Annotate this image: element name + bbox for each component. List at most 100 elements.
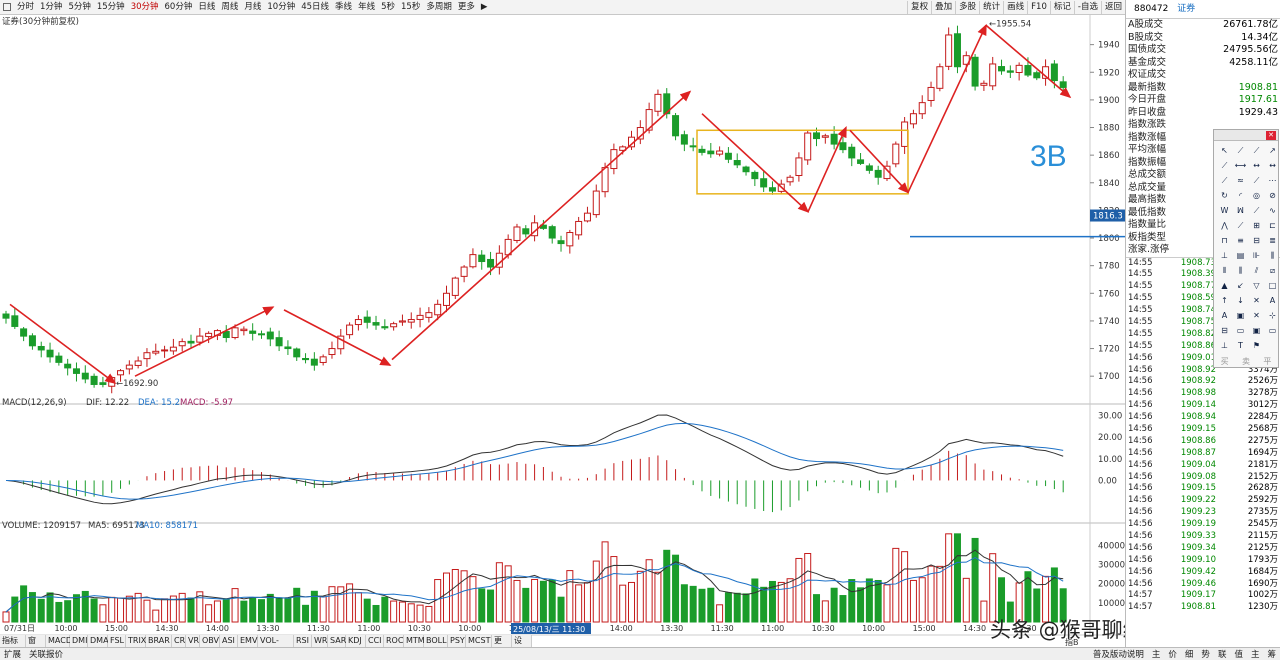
palette-tool-icon[interactable]: ≣ [1265, 234, 1280, 248]
palette-tool-icon[interactable]: ꟽ [1233, 204, 1248, 218]
indicator-tab-25[interactable]: 设置 [512, 635, 532, 657]
bottom-right-item[interactable]: 值 [1230, 648, 1247, 660]
indicator-tab-7[interactable]: BRAR [146, 635, 172, 647]
palette-tool-icon[interactable]: ⊓ [1217, 234, 1232, 248]
indicator-tab-11[interactable]: ASI [220, 635, 238, 647]
palette-tool-icon[interactable]: ↔ [1265, 159, 1280, 173]
tick-row[interactable]: 14:56 1908.92 2526万 [1126, 376, 1280, 388]
indicator-tab-22[interactable]: PSY [448, 635, 466, 647]
indicator-tab-8[interactable]: CR [172, 635, 186, 647]
tick-row[interactable]: 14:56 1909.08 2152万 [1126, 472, 1280, 484]
period-tab-4[interactable]: 30分钟 [128, 0, 162, 14]
period-tab-16[interactable]: 更多 [455, 0, 478, 14]
indicator-tab-6[interactable]: TRIX [126, 635, 146, 647]
period-tab-8[interactable]: 月线 [241, 0, 264, 14]
palette-tool-icon[interactable]: ⟋ [1233, 219, 1248, 233]
palette-tool-icon[interactable]: ⊥ [1217, 249, 1232, 263]
indicator-tab-2[interactable]: MACD [46, 635, 72, 647]
palette-tool-icon[interactable]: ◜ [1233, 189, 1248, 203]
tick-row[interactable]: 14:56 1909.15 2568万 [1126, 424, 1280, 436]
period-tab-10[interactable]: 45日线 [298, 0, 332, 14]
palette-tool-icon[interactable]: ▤ [1233, 249, 1248, 263]
tick-row[interactable]: 14:56 1909.42 1684万 [1126, 567, 1280, 579]
palette-tool-icon[interactable]: ⟋ [1217, 159, 1232, 173]
palette-tool-icon[interactable]: ⫼ [1265, 249, 1280, 263]
period-tab-1[interactable]: 1分钟 [37, 0, 65, 14]
kline-chart[interactable]: 证券(30分钟前复权)17001720174017601780180018201… [0, 15, 1125, 648]
period-tab-6[interactable]: 日线 [195, 0, 218, 14]
tick-row[interactable]: 14:56 1909.15 2628万 [1126, 483, 1280, 495]
tool-button-0[interactable]: 复权 [907, 0, 931, 14]
indicator-tab-17[interactable]: KDJ [346, 635, 366, 647]
palette-tool-icon[interactable]: ↓ [1233, 294, 1248, 308]
palette-tool-icon[interactable]: ✕ [1249, 294, 1264, 308]
bottom-right-item[interactable]: 主 [1247, 648, 1264, 660]
indicator-tab-15[interactable]: WR [312, 635, 328, 647]
indicator-tab-0[interactable]: 指标A [0, 635, 26, 657]
indicator-tab-5[interactable]: FSL [108, 635, 126, 647]
tick-row[interactable]: 14:56 1909.46 1690万 [1126, 579, 1280, 591]
close-icon[interactable]: ✕ [1266, 131, 1276, 140]
palette-tool-icon[interactable]: ↻ [1217, 189, 1232, 203]
tool-button-2[interactable]: 多股 [955, 0, 979, 14]
indicator-tab-16[interactable]: SAR [328, 635, 346, 647]
tool-button-5[interactable]: F10 [1027, 0, 1050, 14]
palette-tool-icon[interactable]: ≡ [1233, 234, 1248, 248]
palette-tool-icon[interactable]: ≈ [1233, 174, 1248, 188]
indicator-tab-23[interactable]: MCST [466, 635, 492, 647]
indicator-tab-21[interactable]: BOLL [424, 635, 448, 647]
indicator-tab-10[interactable]: OBV [200, 635, 220, 647]
tool-button-7[interactable]: -自选 [1073, 0, 1101, 14]
period-tab-5[interactable]: 60分钟 [162, 0, 196, 14]
period-tab-0[interactable]: 分时 [14, 0, 37, 14]
palette-tool-icon[interactable]: ⟋ [1233, 144, 1248, 158]
tick-row[interactable]: 14:56 1909.34 2125万 [1126, 543, 1280, 555]
indicator-tab-1[interactable]: 窗口 [26, 635, 46, 657]
palette-tool-icon[interactable]: □ [1265, 279, 1280, 293]
period-tab-13[interactable]: 5秒 [378, 0, 398, 14]
bottom-right-item[interactable]: 势 [1197, 648, 1214, 660]
palette-tool-icon[interactable]: ⟋ [1249, 144, 1264, 158]
tick-row[interactable]: 14:56 1909.04 2181万 [1126, 460, 1280, 472]
indicator-tab-13[interactable]: VOL-TDX [258, 635, 294, 657]
tool-button-1[interactable]: 叠加 [931, 0, 955, 14]
palette-tool-icon[interactable]: ⊥ [1217, 339, 1232, 353]
indicator-tab-3[interactable]: DMI [70, 635, 88, 647]
indicator-tab-14[interactable]: RSI [294, 635, 312, 647]
palette-tool-icon[interactable]: ▣ [1249, 324, 1264, 338]
bottom-right-item[interactable]: 筹 [1263, 648, 1280, 660]
palette-tool-icon[interactable]: W [1217, 204, 1232, 218]
palette-tool-icon[interactable]: ⊟ [1217, 324, 1232, 338]
period-tab-12[interactable]: 年线 [355, 0, 378, 14]
palette-tool-icon[interactable]: ∿ [1265, 204, 1280, 218]
period-tab-14[interactable]: 15秒 [398, 0, 423, 14]
bottom-left-item[interactable]: 关联报价 [25, 648, 67, 660]
palette-tool-icon[interactable]: ↙ [1233, 279, 1248, 293]
tick-row[interactable]: 14:56 1909.22 2592万 [1126, 495, 1280, 507]
palette-tool-icon[interactable]: ⊘ [1265, 189, 1280, 203]
palette-tool-icon[interactable]: ⟋ [1249, 174, 1264, 188]
period-tab-3[interactable]: 15分钟 [94, 0, 128, 14]
bottom-right-item[interactable]: 价 [1164, 648, 1181, 660]
palette-tool-icon[interactable]: ⟷ [1233, 159, 1248, 173]
palette-tool-icon[interactable]: ⋯ [1265, 174, 1280, 188]
more-arrow-icon[interactable]: ▶ [478, 0, 491, 14]
window-menu-icon[interactable] [3, 3, 11, 11]
palette-tool-icon[interactable]: ⫼ [1233, 264, 1248, 278]
tick-row[interactable]: 14:56 1909.33 2115万 [1126, 531, 1280, 543]
palette-header[interactable]: ✕ [1214, 130, 1278, 141]
bottom-right-item[interactable]: 主 [1148, 648, 1165, 660]
palette-tool-icon[interactable]: ◎ [1249, 189, 1264, 203]
palette-tool-icon[interactable]: ▲ [1217, 279, 1232, 293]
palette-tool-icon[interactable]: ⫽ [1249, 264, 1264, 278]
palette-footer-item[interactable]: 平 [1263, 356, 1271, 367]
indicator-tab-18[interactable]: CCI [366, 635, 384, 647]
palette-tool-icon[interactable]: ⟋ [1217, 174, 1232, 188]
tick-row[interactable]: 14:56 1908.86 2275万 [1126, 436, 1280, 448]
palette-tool-icon[interactable]: ▭ [1233, 324, 1248, 338]
palette-footer-item[interactable]: 买 [1221, 356, 1229, 367]
indicator-tab-9[interactable]: VR [186, 635, 200, 647]
palette-tool-icon[interactable]: ⫴ [1217, 264, 1232, 278]
palette-tool-icon[interactable] [1265, 339, 1280, 353]
palette-tool-icon[interactable]: A [1217, 309, 1232, 323]
